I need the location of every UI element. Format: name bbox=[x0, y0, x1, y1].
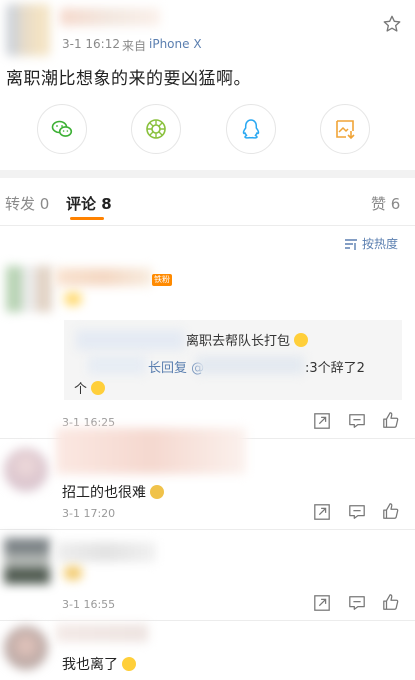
comment-text: 我也离了 bbox=[62, 654, 137, 674]
smile-emoji-icon bbox=[294, 333, 309, 347]
share-moments-button[interactable] bbox=[131, 104, 181, 154]
tab-comments[interactable]: 评论 8 bbox=[66, 193, 112, 214]
comment-avatar[interactable] bbox=[6, 266, 52, 312]
reply-icon[interactable] bbox=[348, 412, 366, 430]
share-qq-button[interactable] bbox=[226, 104, 276, 154]
reply-author-blur bbox=[76, 330, 184, 350]
comment-avatar[interactable] bbox=[4, 626, 48, 670]
wechat-icon bbox=[51, 120, 73, 137]
save-image-button[interactable] bbox=[320, 104, 370, 154]
post-author-name[interactable] bbox=[60, 8, 160, 26]
reply-name-blur bbox=[88, 356, 146, 374]
like-thumb-icon[interactable] bbox=[382, 593, 400, 611]
comment-time: 3-1 17:20 bbox=[62, 507, 116, 520]
handshake-emoji-icon bbox=[64, 566, 82, 580]
share-wechat-button[interactable] bbox=[37, 104, 87, 154]
reply-line-3: 个 bbox=[74, 378, 106, 397]
tabs-divider bbox=[0, 225, 415, 226]
cry-emoji-icon bbox=[91, 381, 106, 395]
reply-icon[interactable] bbox=[348, 594, 366, 612]
comment-text: 招工的也很难 bbox=[62, 482, 165, 502]
qq-icon bbox=[242, 119, 260, 139]
comment-emoji bbox=[64, 292, 82, 306]
reply-mention-blur bbox=[196, 356, 304, 374]
comment-avatar[interactable] bbox=[4, 538, 50, 584]
like-thumb-icon[interactable] bbox=[382, 502, 400, 520]
repost-icon[interactable] bbox=[313, 503, 331, 521]
like-thumb-icon[interactable] bbox=[382, 411, 400, 429]
comment-author-name[interactable] bbox=[56, 428, 246, 474]
reply-text-2a: 长回复 bbox=[148, 361, 188, 376]
favorite-star-icon[interactable] bbox=[382, 14, 402, 34]
active-tab-indicator bbox=[70, 217, 104, 220]
moments-icon bbox=[146, 119, 166, 139]
worker-emoji-icon bbox=[150, 485, 165, 499]
fan-badge: 铁粉 bbox=[152, 274, 172, 286]
comment-text-content: 我也离了 bbox=[62, 657, 118, 673]
comment-author-name[interactable] bbox=[56, 268, 152, 286]
comment-text-content: 招工的也很难 bbox=[62, 485, 146, 501]
post-device-link[interactable]: iPhone X bbox=[149, 37, 202, 51]
sort-icon bbox=[345, 238, 357, 250]
comment-author-name[interactable] bbox=[56, 542, 156, 562]
comment-divider bbox=[0, 529, 415, 530]
section-separator bbox=[0, 170, 415, 178]
post-time: 3-1 16:12 bbox=[62, 37, 120, 51]
comment-time: 3-1 16:55 bbox=[62, 598, 116, 611]
post-source-prefix: 来自 bbox=[122, 39, 147, 53]
sort-by-hot-button[interactable]: 按热度 bbox=[344, 235, 398, 252]
cry-laugh-emoji-icon bbox=[122, 657, 137, 671]
reply-text-1: 离职去帮队长打包 bbox=[186, 334, 291, 349]
reply-text-3: 个 bbox=[74, 382, 88, 397]
repost-icon[interactable] bbox=[313, 594, 331, 612]
comment-divider bbox=[0, 620, 415, 621]
comment-avatar[interactable] bbox=[4, 448, 48, 492]
reply-line-2: :3个辞了2 bbox=[305, 361, 365, 376]
sort-label: 按热度 bbox=[362, 237, 399, 251]
save-image-icon bbox=[336, 120, 355, 140]
reply-icon[interactable] bbox=[348, 503, 366, 521]
tab-likes[interactable]: 赞 6 bbox=[371, 193, 400, 214]
comment-author-name[interactable] bbox=[56, 624, 148, 642]
reply-line-1: 离职去帮队长打包 bbox=[186, 330, 309, 349]
post-text: 离职潮比想象的来的要凶猛啊。 bbox=[6, 69, 251, 89]
post-author-avatar[interactable] bbox=[6, 4, 50, 56]
repost-icon[interactable] bbox=[313, 412, 331, 430]
tab-repost[interactable]: 转发 0 bbox=[5, 193, 49, 214]
